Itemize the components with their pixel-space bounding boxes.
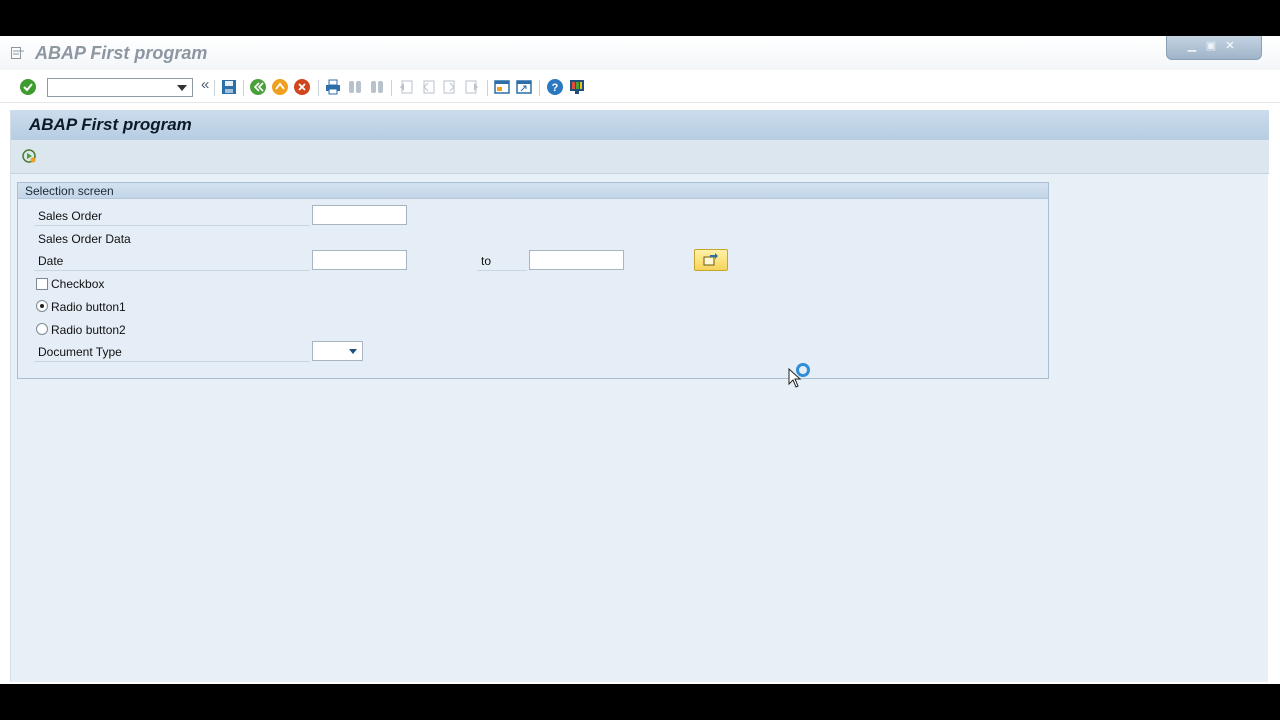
standard-toolbar: « ? [0,73,1280,103]
back-icon[interactable] [249,78,267,96]
radio-selected-dot [40,304,44,308]
date-from-input[interactable] [312,250,407,270]
help-icon[interactable]: ? [546,78,564,96]
print-icon[interactable] [324,78,342,96]
multiple-selection-button[interactable] [694,249,728,271]
customize-layout-icon[interactable] [568,78,586,96]
sales-order-data-label: Sales Order Data [38,232,131,246]
close-button[interactable]: ✕ [1223,40,1237,53]
label-underline [34,225,310,226]
group-header: Selection screen [18,183,1048,199]
application-toolbar [11,140,1269,174]
date-label: Date [38,254,64,268]
page-header: ABAP First program [11,110,1269,140]
toolbar-separator [318,80,319,96]
toolbar-separator [487,80,488,96]
enter-icon[interactable] [19,78,37,96]
shortcut-icon[interactable] [515,78,533,96]
previous-page-icon [423,80,435,94]
title-bar: ABAP First program ▁ ▣ ✕ [0,36,1280,70]
chevron-down-icon[interactable] [349,349,357,354]
svg-text:?: ? [552,82,559,94]
document-type-label: Document Type [38,345,122,359]
page-title: ABAP First program [29,115,192,134]
toolbar-separator [391,80,392,96]
date-to-input[interactable] [529,250,624,270]
toolbar-separator [539,80,540,96]
find-next-icon [371,81,383,93]
document-type-select[interactable] [312,341,363,361]
busy-spinner-icon [796,363,810,377]
save-icon[interactable] [220,78,238,96]
cancel-icon[interactable] [293,78,311,96]
window-controls: ▁ ▣ ✕ [1166,36,1262,60]
command-field[interactable] [47,78,193,97]
chevron-down-icon[interactable] [177,85,187,91]
toolbar-separator [243,80,244,96]
multiple-selection-icon [703,253,718,266]
date-to-label: to [481,254,492,268]
radio-button-1-label: Radio button1 [51,300,126,314]
label-underline [477,270,527,271]
new-session-icon[interactable] [493,78,511,96]
minimize-button[interactable]: ▁ [1185,40,1199,53]
label-underline [34,270,310,271]
execute-icon[interactable] [21,148,37,164]
sales-order-label: Sales Order [38,209,103,223]
exit-icon[interactable] [271,78,289,96]
main-area: ABAP First program Selection screen Sale… [10,110,1269,682]
first-page-icon [400,80,413,94]
radio-button-1[interactable] [36,300,48,312]
window-title: ABAP First program [35,43,208,63]
label-underline [34,361,310,362]
sales-order-input[interactable] [312,205,407,225]
selection-screen-group: Selection screen Sales Order Sales Order… [17,182,1049,379]
checkbox-label: Checkbox [51,277,105,291]
system-menu-icon[interactable] [11,47,25,59]
double-chevron-left-icon[interactable]: « [201,76,209,93]
letterbox-top [0,0,1280,36]
letterbox-bottom [0,684,1280,720]
next-page-icon [443,80,455,94]
checkbox[interactable] [36,278,48,290]
radio-button-2[interactable] [36,323,48,335]
radio-button-2-label: Radio button2 [51,323,126,337]
group-title: Selection screen [25,184,114,198]
last-page-icon [465,80,478,94]
maximize-button[interactable]: ▣ [1204,40,1218,53]
sap-window: ABAP First program ▁ ▣ ✕ « ? ABAP First … [0,36,1280,684]
toolbar-separator [214,80,215,96]
find-icon [349,81,361,93]
